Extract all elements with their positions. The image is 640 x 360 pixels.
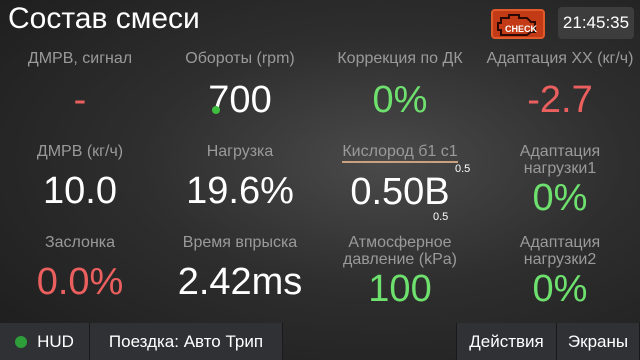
oxygen-sub-bottom: 0.5	[433, 211, 449, 223]
gauge-value: 700	[208, 79, 272, 121]
gauge-injection-time[interactable]: Время впрыска 2.42ms	[160, 234, 320, 303]
gauge-value: 0%	[532, 177, 588, 219]
gauge-idle-adaptation[interactable]: Адаптация ХХ (кг/ч) -2.7	[480, 50, 640, 121]
gauge-atmospheric-pressure[interactable]: Атмосферное давление (kPa) 100	[320, 234, 480, 310]
check-engine-button[interactable]: CHECK	[491, 9, 545, 39]
gauge-label: ДМРВ (кг/ч)	[36, 143, 124, 160]
gauge-value: 100	[368, 268, 432, 310]
gauge-o2-correction[interactable]: Коррекция по ДК 0%	[320, 50, 480, 121]
gauge-label-line1: Атмосферное	[348, 234, 452, 251]
oxygen-sub-top: 0.5	[455, 163, 471, 175]
check-engine-label: CHECK	[505, 24, 538, 34]
gauge-label: Заслонка	[44, 234, 116, 251]
status-indicator-icon	[212, 106, 220, 114]
gauge-maf-signal[interactable]: ДМРВ, сигнал -	[0, 50, 160, 121]
gauge-load[interactable]: Нагрузка 19.6%	[160, 143, 320, 212]
gauge-label: Время впрыска	[182, 234, 298, 251]
gauge-throttle[interactable]: Заслонка 0.0%	[0, 234, 160, 303]
gauge-value: 0.0%	[36, 261, 124, 303]
gauge-load-adaptation-1[interactable]: Адаптация нагрузки1 0%	[480, 143, 640, 219]
gauge-rpm[interactable]: Обороты (rpm) 700	[160, 50, 320, 121]
clock: 21:45:35	[558, 7, 634, 39]
gauge-label: Нагрузка	[206, 143, 274, 160]
actions-button-label: Действия	[469, 331, 544, 351]
gauge-label-line2: давление (kPa)	[343, 251, 457, 268]
actions-button[interactable]: Действия	[456, 323, 557, 360]
gauge-oxygen-b1s1[interactable]: Кислород б1 с1 0.50В	[320, 143, 480, 213]
hud-status-icon	[15, 335, 28, 348]
screens-button[interactable]: Экраны	[557, 323, 640, 360]
hud-button[interactable]: HUD	[0, 323, 90, 360]
screens-button-label: Экраны	[567, 331, 629, 351]
gauge-label-line1: Адаптация	[519, 143, 601, 160]
hud-button-label: HUD	[37, 331, 74, 351]
gauge-value: -2.7	[527, 79, 593, 121]
gauge-label-line2: нагрузки1	[523, 160, 597, 177]
gauge-label: Кислород б1 с1	[342, 143, 458, 163]
gauge-label: ДМРВ, сигнал	[27, 50, 133, 67]
gauge-label-line1: Адаптация	[519, 234, 601, 251]
trip-button-label: Поездка: Авто Трип	[108, 331, 264, 351]
gauge-value: 19.6%	[186, 170, 294, 212]
screen-title: Состав смеси	[8, 2, 200, 35]
gauge-value: 10.0	[43, 170, 117, 212]
gauge-value: 0.50В	[350, 171, 450, 213]
trip-button[interactable]: Поездка: Авто Трип	[90, 323, 283, 360]
gauge-label: Адаптация ХХ (кг/ч)	[486, 50, 634, 67]
gauge-value: -	[73, 79, 87, 121]
gauge-value: 2.42ms	[177, 261, 303, 303]
gauge-label: Обороты (rpm)	[185, 50, 295, 67]
gauge-value: 0%	[372, 79, 428, 121]
bottom-bar: HUD Поездка: Авто Трип Действия Экраны	[0, 323, 640, 360]
gauge-label-line2: нагрузки2	[523, 251, 597, 268]
gauge-label: Коррекция по ДК	[337, 50, 463, 67]
gauge-load-adaptation-2[interactable]: Адаптация нагрузки2 0%	[480, 234, 640, 310]
gauge-value: 0%	[532, 268, 588, 310]
gauge-maf-kgh[interactable]: ДМРВ (кг/ч) 10.0	[0, 143, 160, 212]
